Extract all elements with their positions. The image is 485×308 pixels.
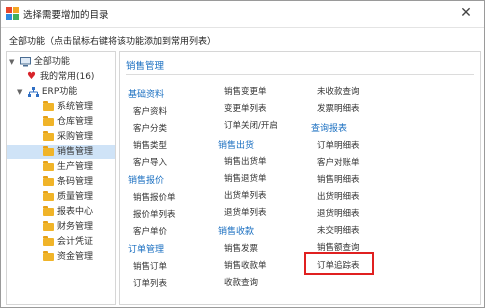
tree-label-root: 全部功能 [33,57,70,67]
heart-icon: ♥ [27,71,36,82]
function-panel: 销售管理 基础资料 客户资料 客户分类 销售类型 客户导入 销售报价 销售报价单… [119,51,481,305]
folder-icon [43,191,54,201]
link-unpaid-query[interactable]: 未收款查询 [317,85,360,97]
link-return-detail[interactable]: 退货明细表 [317,207,360,219]
folder-icon [43,161,54,171]
collapse-icon[interactable]: ▼ [17,85,25,99]
link-change-list[interactable]: 变更单列表 [224,102,267,114]
tree-item-barcode[interactable]: 条码管理 [43,175,93,189]
folder-icon [43,206,54,216]
collapse-icon[interactable]: ▼ [9,55,17,69]
link-order-close[interactable]: 订单关闭/开启 [224,119,278,131]
link-quote-list[interactable]: 报价单列表 [133,208,176,220]
panel-divider [126,74,474,75]
window-title: 选择需要增加的目录 [23,10,109,21]
function-tree[interactable]: ▼ 全部功能 ♥ 我的常用(16) ▼ ERP功能 系统管理 仓库管理 采购管理 … [6,51,116,305]
section-report: 查询报表 [311,124,348,134]
link-receipt-query[interactable]: 收款查询 [224,276,258,288]
folder-icon [43,131,54,141]
tree-label-erp: ERP功能 [41,87,78,97]
dialog-window: 选择需要增加的目录 ✕ 全部功能（点击鼠标右键将该功能添加到常用列表） ▼ 全部… [0,0,485,308]
link-customer-import[interactable]: 客户导入 [133,156,167,168]
section-basic: 基础资料 [128,90,165,100]
tree-label-favorites: 我的常用(16) [39,72,95,82]
link-pending-detail[interactable]: 未交明细表 [317,224,360,236]
section-order: 订单管理 [128,245,165,255]
close-icon[interactable]: ✕ [458,5,474,21]
tree-item-system[interactable]: 系统管理 [43,100,93,114]
folder-icon [43,116,54,126]
hierarchy-icon [27,87,39,97]
section-collection: 销售收款 [218,227,255,237]
tree-item-warehouse[interactable]: 仓库管理 [43,115,93,129]
link-order-detail[interactable]: 订单明细表 [317,139,360,151]
link-customer-statement[interactable]: 客户对账单 [317,156,360,168]
folder-icon [43,101,54,111]
link-sales-invoice[interactable]: 销售发票 [224,242,258,254]
link-quote[interactable]: 销售报价单 [133,191,176,203]
tree-item-voucher[interactable]: 会计凭证 [43,235,93,249]
link-delivery-detail[interactable]: 出货明细表 [317,190,360,202]
link-delivery-list[interactable]: 出货单列表 [224,189,267,201]
highlight-box [304,252,374,275]
link-sales-detail[interactable]: 销售明细表 [317,173,360,185]
link-receipt[interactable]: 销售收款单 [224,259,267,271]
link-customer-price[interactable]: 客户单价 [133,225,167,237]
link-return-note[interactable]: 销售退货单 [224,172,267,184]
folder-icon [43,236,54,246]
link-invoice-detail[interactable]: 发票明细表 [317,102,360,114]
link-delivery-note[interactable]: 销售出货单 [224,155,267,167]
tree-item-production[interactable]: 生产管理 [43,160,93,174]
link-order-list[interactable]: 订单列表 [133,277,167,289]
tree-node-erp[interactable]: ▼ ERP功能 [17,85,77,99]
folder-icon [43,221,54,231]
title-bar: 选择需要增加的目录 ✕ [1,1,484,28]
link-sales-type[interactable]: 销售类型 [133,139,167,151]
link-change-order[interactable]: 销售变更单 [224,85,267,97]
link-sales-order[interactable]: 销售订单 [133,260,167,272]
panel-title: 销售管理 [126,61,165,72]
computer-icon [19,57,31,67]
folder-icon [43,251,54,261]
instruction-text: 全部功能（点击鼠标右键将该功能添加到常用列表） [9,37,217,47]
tree-node-favorites[interactable]: ♥ 我的常用(16) [27,70,94,84]
tree-item-funds[interactable]: 资金管理 [43,250,93,264]
link-customer-info[interactable]: 客户资料 [133,105,167,117]
app-icon [6,7,19,20]
tree-item-sales[interactable]: 销售管理 [7,145,115,159]
folder-icon [43,146,54,156]
tree-item-finance[interactable]: 财务管理 [43,220,93,234]
link-return-list[interactable]: 退货单列表 [224,206,267,218]
tree-item-purchase[interactable]: 采购管理 [43,130,93,144]
folder-icon [43,176,54,186]
tree-node-root[interactable]: ▼ 全部功能 [9,55,70,69]
link-customer-category[interactable]: 客户分类 [133,122,167,134]
section-outbound: 销售出货 [218,141,255,151]
section-quote: 销售报价 [128,176,165,186]
tree-item-report-center[interactable]: 报表中心 [43,205,93,219]
tree-item-quality[interactable]: 质量管理 [43,190,93,204]
